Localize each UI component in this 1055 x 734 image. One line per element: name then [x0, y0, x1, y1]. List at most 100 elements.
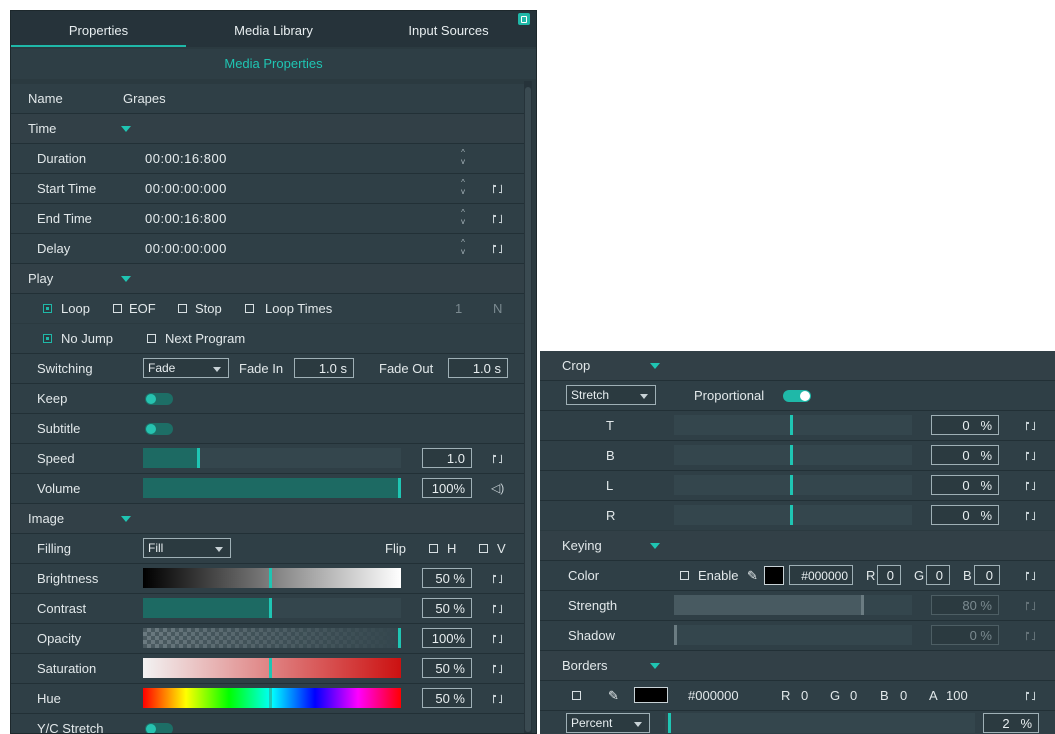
brightness-slider[interactable] [143, 568, 401, 588]
crop-section-header[interactable]: Crop [540, 351, 1055, 380]
strength-input[interactable]: 80 % [931, 595, 999, 615]
reset-icon[interactable] [493, 664, 502, 674]
saturation-slider[interactable] [143, 658, 401, 678]
crop-slider[interactable] [674, 415, 912, 435]
collapse-triangle-icon[interactable] [650, 663, 660, 669]
reset-icon[interactable] [1026, 421, 1035, 431]
key-hex-input[interactable]: #000000 [789, 565, 853, 585]
stop-checkbox[interactable] [178, 304, 187, 313]
reset-icon[interactable] [493, 244, 502, 254]
contrast-input[interactable]: 50 % [422, 598, 472, 618]
tab-media-library[interactable]: Media Library [186, 11, 361, 47]
crop-handle[interactable] [790, 475, 793, 495]
border-r-value[interactable]: 0 [801, 681, 808, 710]
reset-icon[interactable] [493, 574, 502, 584]
key-b-input[interactable]: 0 [974, 565, 1000, 585]
eyedropper-icon[interactable]: ✎ [747, 561, 758, 590]
reset-icon[interactable] [493, 694, 502, 704]
shadow-input[interactable]: 0 % [931, 625, 999, 645]
tab-properties[interactable]: Properties [11, 11, 186, 47]
spinner-icon[interactable]: ^ v [458, 208, 468, 228]
collapse-triangle-icon[interactable] [650, 543, 660, 549]
border-b-value[interactable]: 0 [900, 681, 907, 710]
speaker-icon[interactable]: ◁) [491, 474, 504, 503]
collapse-triangle-icon[interactable] [121, 276, 131, 282]
reset-icon[interactable] [493, 604, 502, 614]
no-jump-checkbox[interactable] [43, 334, 52, 343]
borders-section-header[interactable]: Borders [540, 651, 1055, 680]
shadow-slider[interactable] [674, 625, 912, 645]
crop-slider[interactable] [674, 475, 912, 495]
fade-in-input[interactable]: 1.0 s [294, 358, 354, 378]
crop-mode-dropdown[interactable]: Stretch [566, 385, 656, 405]
reset-icon[interactable] [493, 634, 502, 644]
border-size-slider[interactable] [665, 713, 975, 733]
loop-checkbox[interactable] [43, 304, 52, 313]
border-g-value[interactable]: 0 [850, 681, 857, 710]
spinner-icon[interactable]: ^ v [458, 238, 468, 258]
reset-icon[interactable] [1026, 451, 1035, 461]
start-time-value[interactable]: 00:00:00:000 [145, 174, 227, 203]
time-section-header[interactable]: Time [11, 114, 524, 143]
crop-handle[interactable] [790, 415, 793, 435]
saturation-handle[interactable] [269, 658, 272, 678]
contrast-handle[interactable] [269, 598, 272, 618]
fade-out-input[interactable]: 1.0 s [448, 358, 508, 378]
keep-toggle[interactable] [145, 393, 173, 405]
name-value[interactable]: Grapes [123, 84, 166, 113]
speed-slider[interactable] [143, 448, 401, 468]
brightness-input[interactable]: 50 % [422, 568, 472, 588]
speed-input[interactable]: 1.0 [422, 448, 472, 468]
crop-handle[interactable] [790, 445, 793, 465]
enable-checkbox[interactable] [680, 571, 689, 580]
shadow-handle[interactable] [674, 625, 677, 645]
border-enable-checkbox[interactable] [572, 691, 581, 700]
loop-count-value[interactable]: 1 [455, 294, 462, 323]
border-hex[interactable]: #000000 [688, 681, 739, 710]
yc-stretch-toggle[interactable] [145, 723, 173, 733]
hue-input[interactable]: 50 % [422, 688, 472, 708]
hue-handle[interactable] [269, 688, 272, 708]
delay-value[interactable]: 00:00:00:000 [145, 234, 227, 263]
spinner-icon[interactable]: ^ v [458, 178, 468, 198]
tab-input-sources[interactable]: Input Sources [361, 11, 536, 47]
strength-slider[interactable] [674, 595, 912, 615]
reset-icon[interactable] [1026, 511, 1035, 521]
eyedropper-icon[interactable]: ✎ [608, 681, 619, 710]
border-a-value[interactable]: 100 [946, 681, 968, 710]
reset-icon[interactable] [1026, 691, 1035, 701]
crop-handle[interactable] [790, 505, 793, 525]
reset-icon[interactable] [1026, 481, 1035, 491]
volume-handle[interactable] [398, 478, 401, 498]
opacity-handle[interactable] [398, 628, 401, 648]
crop-slider[interactable] [674, 445, 912, 465]
scrollbar-thumb[interactable] [525, 87, 531, 732]
collapse-triangle-icon[interactable] [121, 126, 131, 132]
flip-v-checkbox[interactable] [479, 544, 488, 553]
reset-icon[interactable] [1026, 601, 1035, 611]
collapse-triangle-icon[interactable] [650, 363, 660, 369]
border-size-input[interactable]: 2 % [983, 713, 1039, 733]
strength-handle[interactable] [861, 595, 864, 615]
image-section-header[interactable]: Image [11, 504, 524, 533]
crop-value-input[interactable]: 0 % [931, 415, 999, 435]
keying-section-header[interactable]: Keying [540, 531, 1055, 560]
reset-icon[interactable] [493, 214, 502, 224]
crop-value-input[interactable]: 0 % [931, 445, 999, 465]
proportional-toggle[interactable] [783, 390, 811, 402]
saturation-input[interactable]: 50 % [422, 658, 472, 678]
key-g-input[interactable]: 0 [926, 565, 950, 585]
border-color-swatch[interactable] [634, 687, 668, 703]
crop-value-input[interactable]: 0 % [931, 475, 999, 495]
spinner-icon[interactable]: ^ v [458, 148, 468, 168]
eof-checkbox[interactable] [113, 304, 122, 313]
play-section-header[interactable]: Play [11, 264, 524, 293]
speed-handle[interactable] [197, 448, 200, 468]
scrollbar[interactable] [524, 81, 532, 733]
collapse-triangle-icon[interactable] [121, 516, 131, 522]
volume-slider[interactable] [143, 478, 401, 498]
opacity-input[interactable]: 100% [422, 628, 472, 648]
border-mode-dropdown[interactable]: Percent [566, 713, 650, 733]
hue-slider[interactable] [143, 688, 401, 708]
subtitle-toggle[interactable] [145, 423, 173, 435]
